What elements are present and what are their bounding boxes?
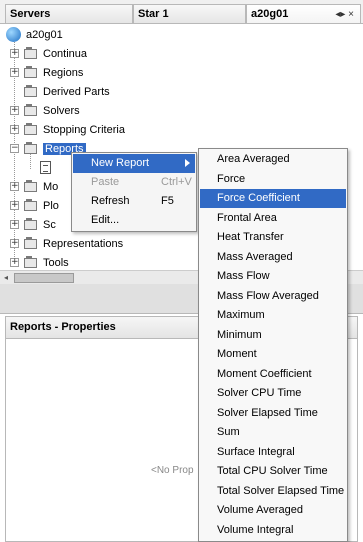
submenu-item-volume-averaged[interactable]: Volume Averaged	[200, 501, 346, 520]
submenu-item-frontal-area[interactable]: Frontal Area	[200, 209, 346, 228]
tree-item-label: Solvers	[43, 104, 80, 117]
tree-item-label: Tools	[43, 256, 69, 269]
submenu-item-total-solver-elapsed-time[interactable]: Total Solver Elapsed Time	[200, 482, 346, 501]
submenu-item-minimum[interactable]: Minimum	[200, 326, 346, 345]
folder-icon	[24, 141, 37, 154]
tree-item-scenes[interactable]: + Sc	[10, 215, 56, 234]
expand-icon[interactable]: +	[10, 49, 19, 58]
collapse-icon[interactable]: −	[10, 144, 19, 153]
expand-icon[interactable]: +	[10, 201, 19, 210]
tree-item-plots[interactable]: + Plo	[10, 196, 59, 215]
tab-controls[interactable]: ◂▸ ×	[335, 9, 354, 20]
tree-item-stopping-criteria[interactable]: + Stopping Criteria	[10, 120, 125, 139]
tab-star-1-label: Star 1	[138, 8, 169, 20]
submenu-item-mass-averaged[interactable]: Mass Averaged	[200, 248, 346, 267]
tab-star-1[interactable]: Star 1	[133, 4, 246, 23]
tree-root[interactable]: a20g01	[6, 25, 63, 44]
expand-icon[interactable]: +	[10, 182, 19, 191]
submenu-item-maximum[interactable]: Maximum	[200, 306, 346, 325]
folder-icon	[24, 103, 37, 116]
tree-item-label: Derived Parts	[43, 85, 110, 98]
tree-item-report-child[interactable]	[40, 158, 57, 177]
menu-item-label: Edit...	[91, 214, 120, 226]
submenu-item-moment[interactable]: Moment	[200, 345, 346, 364]
submenu-item-surface-integral[interactable]: Surface Integral	[200, 443, 346, 462]
tree-item-label: Stopping Criteria	[43, 123, 125, 136]
tree-item-label: Regions	[43, 66, 84, 79]
submenu-arrow-icon	[185, 159, 190, 167]
new-report-submenu: Area Averaged Force Force Coefficient Fr…	[198, 148, 348, 542]
folder-icon	[24, 65, 37, 78]
expand-icon[interactable]: +	[10, 106, 19, 115]
menu-item-label: Refresh	[91, 195, 130, 207]
scroll-left-icon[interactable]: ◂	[1, 273, 11, 283]
tree-item-monitors[interactable]: + Mo	[10, 177, 59, 196]
tree-item-derived-parts[interactable]: Derived Parts	[24, 82, 110, 101]
tab-servers-label: Servers	[10, 8, 51, 20]
submenu-item-heat-transfer[interactable]: Heat Transfer	[200, 228, 346, 247]
expand-icon[interactable]: +	[10, 258, 19, 267]
folder-icon	[24, 179, 37, 192]
submenu-item-mass-flow-averaged[interactable]: Mass Flow Averaged	[200, 287, 346, 306]
tree-item-label: Representations	[43, 237, 124, 250]
submenu-item-sum[interactable]: Sum	[200, 423, 346, 442]
submenu-item-force[interactable]: Force	[200, 170, 346, 189]
tab-a20g01-label: a20g01	[251, 8, 289, 20]
tree-item-label: Continua	[43, 47, 88, 60]
tree-item-representations[interactable]: + Representations	[10, 234, 124, 253]
tree-item-label: Sc	[43, 218, 56, 231]
menu-item-new-report[interactable]: New Report	[73, 154, 195, 173]
folder-icon	[24, 46, 37, 59]
scrollbar-thumb[interactable]	[14, 273, 74, 283]
folder-icon	[24, 255, 37, 268]
folder-icon	[24, 236, 37, 249]
submenu-item-total-cpu-solver-time[interactable]: Total CPU Solver Time	[200, 462, 346, 481]
submenu-item-force-coefficient[interactable]: Force Coefficient	[200, 189, 346, 208]
simulation-icon	[6, 27, 21, 42]
expand-icon[interactable]: +	[10, 239, 19, 248]
expand-icon[interactable]: +	[10, 68, 19, 77]
menu-item-paste[interactable]: Paste Ctrl+V	[73, 173, 195, 192]
submenu-item-solver-elapsed-time[interactable]: Solver Elapsed Time	[200, 404, 346, 423]
folder-icon	[24, 122, 37, 135]
expand-icon[interactable]: +	[10, 125, 19, 134]
tab-bar: Servers Star 1 a20g01 ◂▸ ×	[0, 0, 363, 24]
menu-item-label: New Report	[91, 157, 150, 169]
tree-root-label: a20g01	[26, 28, 63, 41]
context-menu: New Report Paste Ctrl+V Refresh F5 Edit.…	[71, 152, 197, 232]
expand-icon[interactable]: +	[10, 220, 19, 229]
menu-item-shortcut: F5	[161, 195, 174, 207]
tab-servers[interactable]: Servers	[5, 4, 133, 23]
folder-icon	[24, 84, 37, 97]
tree-item-regions[interactable]: + Regions	[10, 63, 84, 82]
menu-item-edit[interactable]: Edit...	[73, 211, 195, 230]
tree-item-label: Mo	[43, 180, 59, 193]
tree-item-label: Plo	[43, 199, 59, 212]
report-icon	[40, 161, 51, 174]
folder-icon	[24, 217, 37, 230]
submenu-item-volume-integral[interactable]: Volume Integral	[200, 521, 346, 540]
no-properties-text: <No Prop	[151, 465, 194, 476]
submenu-item-solver-cpu-time[interactable]: Solver CPU Time	[200, 384, 346, 403]
submenu-item-area-averaged[interactable]: Area Averaged	[200, 150, 346, 169]
folder-icon	[24, 198, 37, 211]
menu-item-label: Paste	[91, 176, 120, 188]
submenu-item-mass-flow[interactable]: Mass Flow	[200, 267, 346, 286]
menu-item-refresh[interactable]: Refresh F5	[73, 192, 195, 211]
tab-a20g01[interactable]: a20g01 ◂▸ ×	[246, 4, 361, 23]
menu-item-shortcut: Ctrl+V	[161, 176, 192, 188]
tree-item-solvers[interactable]: + Solvers	[10, 101, 80, 120]
submenu-item-moment-coefficient[interactable]: Moment Coefficient	[200, 365, 346, 384]
tree-item-continua[interactable]: + Continua	[10, 44, 88, 63]
